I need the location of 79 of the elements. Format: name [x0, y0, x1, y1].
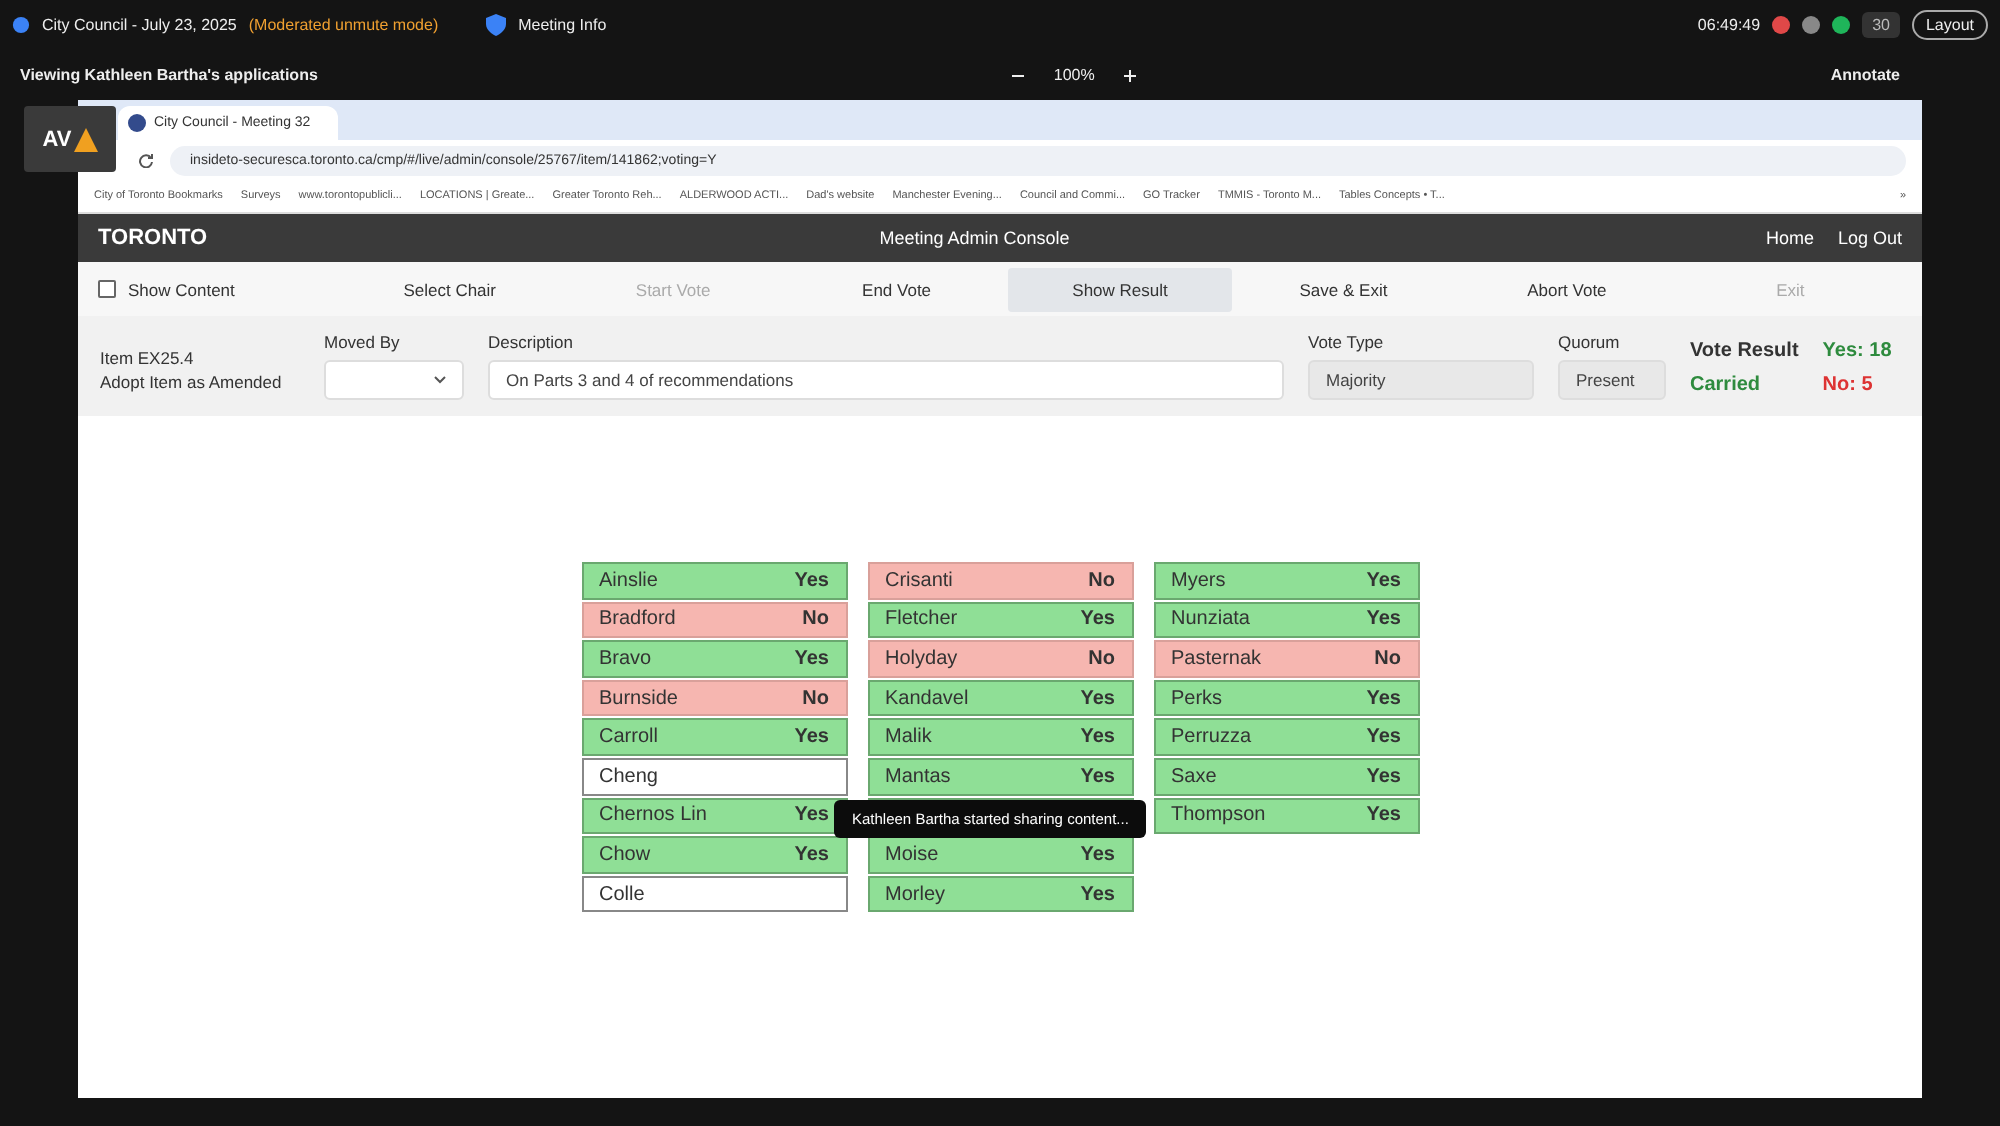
vote-type-label: Vote Type: [1308, 332, 1386, 352]
av-logo: AV: [24, 106, 116, 172]
description-label: Description: [488, 332, 576, 352]
vote-result-label: Vote Result: [1690, 340, 1799, 362]
toronto-logo: TORONTO: [98, 226, 208, 250]
vote-value: Yes: [794, 726, 829, 749]
nav-link[interactable]: Home: [1765, 228, 1814, 248]
vote-value: No: [802, 608, 829, 631]
member-name: Bradford: [599, 608, 676, 631]
toolbar-button[interactable]: Show Result: [1008, 267, 1232, 311]
vote-value: Yes: [1080, 726, 1115, 749]
clock-time: 06:49:49: [1697, 16, 1761, 34]
participants-count[interactable]: 30: [1862, 12, 1900, 38]
member-name: Bravo: [599, 647, 652, 670]
vote-value: Yes: [794, 569, 829, 592]
layout-button[interactable]: Layout: [1911, 10, 1988, 40]
vote-value: Yes: [1366, 726, 1401, 749]
vote-value: No: [802, 687, 829, 710]
member-name: Saxe: [1171, 765, 1217, 788]
quorum-select[interactable]: Present: [1558, 360, 1666, 400]
item-number: Item EX25.4: [100, 348, 196, 368]
no-count: No: 5: [1822, 374, 1875, 396]
member-name: Morley: [885, 883, 946, 906]
vote-value: Yes: [1080, 687, 1115, 710]
member-name: Nunziata: [1171, 608, 1250, 631]
member-name: Cheng: [599, 765, 658, 788]
vote-value: No: [1088, 647, 1115, 670]
vote-value: Yes: [1366, 687, 1401, 710]
result-status: Carried: [1690, 374, 1763, 396]
vote-type-select[interactable]: Majority: [1308, 360, 1534, 400]
meeting-title: City Council - July 23, 2025: [42, 16, 237, 34]
toolbar-button[interactable]: Save & Exit: [1231, 267, 1456, 311]
vote-value: Yes: [1080, 843, 1115, 866]
member-name: Burnside: [599, 687, 678, 710]
member-name: Moise: [885, 843, 939, 866]
zoom-level: 100%: [1053, 66, 1095, 84]
toolbar-button[interactable]: End Vote: [784, 267, 1009, 311]
motion-label: Adopt Item as Amended: [100, 372, 284, 392]
member-name: Perruzza: [1171, 726, 1252, 749]
member-name: Kandavel: [885, 687, 969, 710]
member-name: Fletcher: [885, 608, 958, 631]
vote-value: Yes: [1366, 569, 1401, 592]
toolbar-button[interactable]: Select Chair: [338, 267, 562, 311]
member-name: Chow: [599, 843, 651, 866]
member-name: Crisanti: [885, 569, 953, 592]
viewing-label: Viewing Kathleen Bartha's applications: [20, 66, 318, 84]
annotate-button[interactable]: Annotate: [1830, 66, 1901, 84]
vote-value: Yes: [794, 843, 829, 866]
description-field[interactable]: On Parts 3 and 4 of recommendations: [488, 360, 1284, 400]
yes-count: Yes: 18: [1822, 340, 1892, 362]
vote-value: Yes: [1080, 765, 1115, 788]
vote-value: Yes: [794, 647, 829, 670]
console-title: Meeting Admin Console: [879, 228, 1070, 248]
checkbox-label: Show Content: [128, 279, 235, 299]
member-name: Malik: [885, 726, 932, 749]
member-name: Chernos Lin: [599, 804, 707, 827]
vote-value: Yes: [1080, 608, 1115, 631]
member-name: Carroll: [599, 726, 658, 749]
vote-value: Yes: [1080, 883, 1115, 906]
member-name: Ainslie: [599, 569, 658, 592]
member-name: Holyday: [885, 647, 958, 670]
moved-by-label: Moved By: [324, 332, 402, 352]
vote-value: Yes: [1366, 804, 1401, 827]
vote-value: No: [1374, 647, 1401, 670]
member-name: Pasternak: [1171, 647, 1262, 670]
vote-value: Yes: [1366, 765, 1401, 788]
member-name: Myers: [1171, 569, 1226, 592]
quorum-label: Quorum: [1558, 332, 1622, 352]
vote-value: Yes: [1366, 608, 1401, 631]
member-name: Mantas: [885, 765, 951, 788]
meeting-info-link[interactable]: Meeting Info: [518, 16, 607, 34]
mode-label: (Moderated unmute mode): [248, 16, 439, 34]
vote-value: Yes: [794, 804, 829, 827]
nav-link[interactable]: Log Out: [1837, 228, 1902, 248]
toolbar-button[interactable]: Abort Vote: [1455, 267, 1679, 311]
member-name: Perks: [1171, 687, 1223, 710]
member-name: Thompson: [1171, 804, 1266, 827]
vote-value: No: [1088, 569, 1115, 592]
member-name: Colle: [599, 883, 645, 906]
